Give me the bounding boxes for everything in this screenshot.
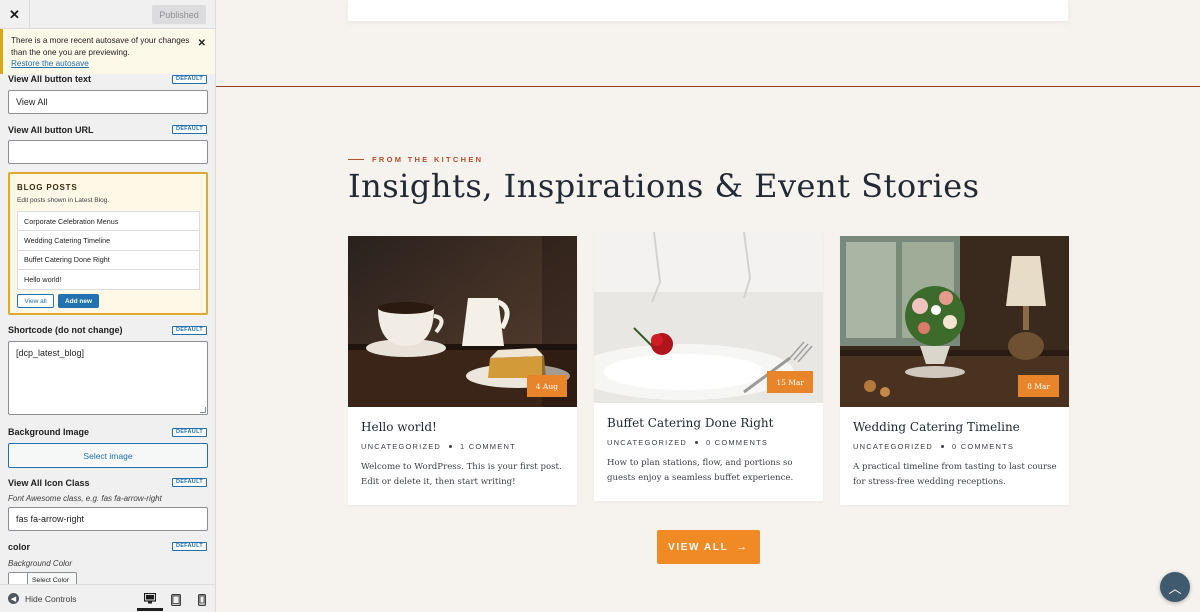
post-thumbnail[interactable]: 8 Mar — [840, 236, 1069, 407]
default-badge[interactable]: DEFAULT — [171, 478, 207, 487]
view-all-label: VIEW ALL — [668, 541, 729, 553]
view-all-text-input[interactable]: View All — [8, 90, 208, 114]
chevron-up-icon: ︿ — [1168, 580, 1182, 596]
resize-handle-icon[interactable] — [200, 407, 206, 413]
default-badge[interactable]: DEFAULT — [171, 75, 207, 84]
tablet-icon[interactable] — [163, 589, 189, 611]
dismiss-notice-icon[interactable]: ✕ — [198, 38, 206, 50]
icon-class-input[interactable]: fas fa-arrow-right — [8, 507, 208, 531]
view-all-button[interactable]: VIEW ALL → — [657, 530, 760, 564]
shortcode-textarea[interactable]: [dcp_latest_blog] — [8, 341, 208, 415]
autosave-notice: There is a more recent autosave of your … — [0, 29, 215, 74]
customizer-header: ✕ Published — [0, 0, 215, 29]
post-excerpt: Welcome to WordPress. This is your first… — [361, 462, 562, 487]
blog-card[interactable]: 15 Mar Buffet Catering Done Right UNCATE… — [594, 232, 823, 501]
post-title[interactable]: Buffet Catering Done Right — [607, 416, 773, 430]
post-list-item[interactable]: Corporate Celebration Menus — [18, 212, 199, 232]
post-title[interactable]: Hello world! — [361, 420, 437, 434]
post-date-badge: 15 Mar — [767, 371, 813, 393]
icon-class-hint: Font Awesome class, e.g. fas fa-arrow-ri… — [8, 494, 162, 503]
default-badge[interactable]: DEFAULT — [171, 326, 207, 335]
eyebrow-text: FROM THE KITCHEN — [372, 155, 484, 164]
meta-separator — [695, 441, 699, 444]
section-heading: Insights, Inspirations & Event Stories — [348, 167, 980, 205]
post-comments[interactable]: 0 COMMENTS — [706, 438, 768, 447]
post-category[interactable]: UNCATEGORIZED — [361, 442, 441, 451]
post-category[interactable]: UNCATEGORIZED — [853, 442, 933, 451]
view-all-posts-button[interactable]: View all — [17, 294, 54, 308]
post-comments[interactable]: 0 COMMENTS — [952, 442, 1014, 451]
post-list: Corporate Celebration Menus Wedding Cate… — [17, 211, 200, 291]
close-icon[interactable]: ✕ — [0, 0, 30, 29]
section-eyebrow: FROM THE KITCHEN — [348, 155, 483, 164]
customizer-footer: ◀ Hide Controls — [0, 584, 215, 612]
section-divider — [216, 86, 1200, 87]
post-title[interactable]: Wedding Catering Timeline — [853, 420, 1020, 434]
background-color-label: Background Color — [8, 559, 73, 568]
default-badge[interactable]: DEFAULT — [171, 428, 207, 437]
default-badge[interactable]: DEFAULT — [171, 542, 207, 551]
post-list-item[interactable]: Wedding Catering Timeline — [18, 231, 199, 251]
post-list-item[interactable]: Buffet Catering Done Right — [18, 251, 199, 270]
previous-section-card — [348, 0, 1068, 21]
blog-card[interactable]: 4 Aug Hello world! UNCATEGORIZED 1 COMME… — [348, 236, 577, 505]
post-category[interactable]: UNCATEGORIZED — [607, 438, 687, 447]
view-all-url-input[interactable] — [8, 140, 208, 164]
shortcode-label: Shortcode (do not change) — [8, 325, 123, 335]
hide-controls-label: Hide Controls — [25, 593, 77, 604]
blog-card[interactable]: 8 Mar Wedding Catering Timeline UNCATEGO… — [840, 236, 1069, 505]
view-all-text-label: View All button text — [8, 74, 92, 84]
post-date-badge: 4 Aug — [526, 375, 567, 397]
eyebrow-dash — [348, 159, 364, 160]
back-to-top-button[interactable]: ︿ — [1160, 572, 1190, 602]
background-image-label: Background Image — [8, 427, 90, 437]
post-comments[interactable]: 1 COMMENT — [460, 442, 516, 451]
desktop-icon[interactable] — [137, 589, 163, 611]
customizer-sidebar: ✕ Published There is a more recent autos… — [0, 0, 216, 612]
site-preview: FROM THE KITCHEN Insights, Inspirations … — [216, 0, 1200, 612]
blog-posts-title: BLOG POSTS — [17, 183, 78, 192]
mobile-icon[interactable] — [189, 589, 215, 611]
post-thumbnail[interactable]: 15 Mar — [594, 232, 823, 403]
publish-button[interactable]: Published — [152, 5, 206, 24]
hide-controls-button[interactable]: ◀ Hide Controls — [8, 593, 77, 604]
post-thumbnail[interactable]: 4 Aug — [348, 236, 577, 407]
post-list-item[interactable]: Hello world! — [18, 270, 199, 289]
post-excerpt: A practical timeline from tasting to las… — [853, 462, 1057, 487]
color-label: color — [8, 542, 31, 552]
blog-posts-panel: BLOG POSTS Edit posts shown in Latest Bl… — [8, 172, 208, 315]
add-new-post-button[interactable]: Add new — [58, 294, 99, 308]
default-badge[interactable]: DEFAULT — [171, 125, 207, 134]
select-color-label: Select Color — [32, 576, 70, 584]
post-excerpt: How to plan stations, flow, and portions… — [607, 458, 794, 483]
arrow-right-icon: → — [736, 541, 749, 553]
meta-separator — [449, 445, 453, 448]
icon-class-label: View All Icon Class — [8, 478, 90, 488]
autosave-notice-text: There is a more recent autosave of your … — [11, 36, 190, 57]
select-image-button[interactable]: Select image — [8, 443, 208, 468]
post-date-badge: 8 Mar — [1018, 375, 1059, 397]
post-meta: UNCATEGORIZED 0 COMMENTS — [853, 442, 1014, 451]
shortcode-value: [dcp_latest_blog] — [16, 348, 85, 358]
collapse-arrow-icon: ◀ — [8, 593, 19, 604]
blog-posts-subtitle: Edit posts shown in Latest Blog. — [17, 197, 110, 204]
post-meta: UNCATEGORIZED 0 COMMENTS — [607, 438, 768, 447]
post-meta: UNCATEGORIZED 1 COMMENT — [361, 442, 516, 451]
restore-autosave-link[interactable]: Restore the autosave — [11, 59, 89, 68]
view-all-url-label: View All button URL — [8, 125, 94, 135]
meta-separator — [941, 445, 945, 448]
